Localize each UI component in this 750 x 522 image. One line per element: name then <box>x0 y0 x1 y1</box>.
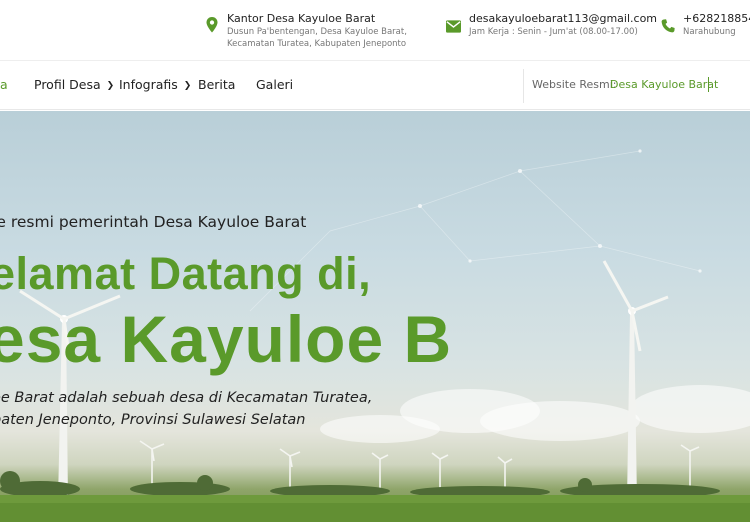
nav-item-galeri[interactable]: Galeri <box>256 77 293 92</box>
hero-description-line1: oe Barat adalah sebuah desa di Kecamatan… <box>0 390 373 406</box>
nav-item-berita[interactable]: Berita <box>198 77 235 92</box>
address-line2: Kecamatan Turatea, Kabupaten Jeneponto <box>227 39 407 49</box>
hero-description-line2: paten Jeneponto, Provinsi Sulawesi Selat… <box>0 412 306 428</box>
chevron-down-icon: ❯ <box>183 81 192 91</box>
website-value: Desa Kayuloe Barat <box>610 78 719 91</box>
top-contact-bar: Kantor Desa Kayuloe Barat Dusun Pa'bente… <box>0 0 750 60</box>
nav-item-profil-desa[interactable]: Profil Desa ❯ <box>34 77 114 92</box>
contact-phone[interactable]: +62821885479 Narahubung <box>661 12 750 38</box>
nav-item-beranda[interactable]: a <box>0 77 8 92</box>
working-hours: Jam Kerja : Senin - Jum'at (08.00-17.00) <box>469 27 638 37</box>
nav-item-label: Infografis <box>119 77 178 92</box>
envelope-icon <box>446 20 461 33</box>
main-nav: a Profil Desa ❯ Infografis ❯ Berita Galeri… <box>0 60 750 110</box>
hero-description: oe Barat adalah sebuah desa di Kecamatan… <box>0 387 372 431</box>
phone-caption: Narahubung <box>683 27 736 37</box>
hero-heading-village: esa Kayuloe B <box>0 302 453 376</box>
chevron-down-icon: ❯ <box>106 81 115 91</box>
contact-email[interactable]: desakayuloebarat113@gmail.com Jam Kerja … <box>446 12 657 38</box>
hero-subtitle: ite resmi pemerintah Desa Kayuloe Barat <box>0 213 307 231</box>
nav-item-label: Berita <box>198 77 236 92</box>
nav-item-label: a <box>0 77 8 92</box>
nav-item-label: Galeri <box>256 77 294 92</box>
nav-divider <box>523 69 524 103</box>
typing-caret <box>708 77 709 92</box>
email-address[interactable]: desakayuloebarat113@gmail.com <box>469 12 657 26</box>
nav-item-label: Profil Desa <box>34 77 101 92</box>
phone-number[interactable]: +62821885479 <box>683 12 750 26</box>
phone-icon <box>661 19 675 33</box>
hero-banner: ite resmi pemerintah Desa Kayuloe Barat … <box>0 111 750 522</box>
website-label: Website Resmi: <box>532 78 617 91</box>
address-line1: Dusun Pa'bentengan, Desa Kayuloe Barat, <box>227 27 407 37</box>
map-pin-icon <box>206 17 218 33</box>
nav-item-infografis[interactable]: Infografis ❯ <box>119 77 191 92</box>
contact-address: Kantor Desa Kayuloe Barat Dusun Pa'bente… <box>205 12 407 50</box>
address-title: Kantor Desa Kayuloe Barat <box>227 12 376 25</box>
hero-heading-welcome: elamat Datang di, <box>0 248 372 299</box>
